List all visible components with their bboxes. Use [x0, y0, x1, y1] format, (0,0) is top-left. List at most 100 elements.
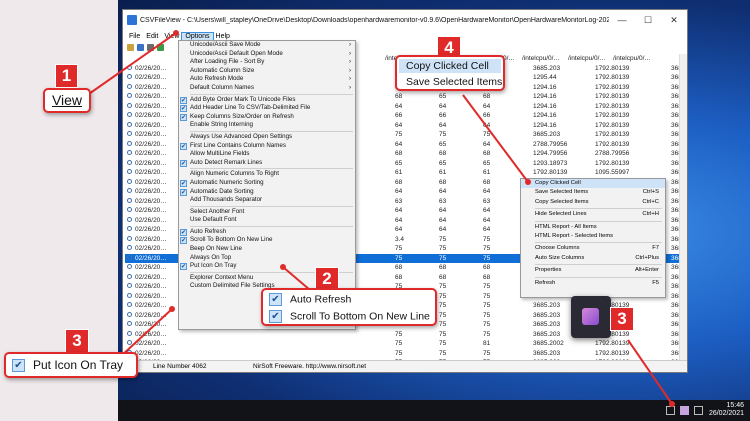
- context-menu-item[interactable]: HTML Report - Selected Items: [521, 232, 665, 241]
- options-menu-item[interactable]: ✔ Keep Columns Size/Order on Refresh: [179, 113, 355, 122]
- copy-icon[interactable]: [147, 44, 154, 51]
- minimize-button[interactable]: —: [609, 15, 635, 25]
- grid-column-header[interactable]: /intelcpu/0/…: [522, 55, 560, 62]
- options-menu-item[interactable]: Unicode/Ascii Default Open Mode ›: [179, 50, 355, 59]
- table-row[interactable]: 02/26/20… 75 75 81 3685.2002 1792.80139 3685: [125, 339, 685, 349]
- options-menu-item[interactable]: Add Thousands Separator: [179, 196, 355, 205]
- options-menu-item[interactable]: Select Another Font: [179, 208, 355, 217]
- options-menu-item[interactable]: Allow MultiLine Fields: [179, 150, 355, 159]
- context-menu-item[interactable]: HTML Report - All Items: [521, 223, 665, 232]
- table-cell-date: 02/26/20…: [135, 102, 167, 110]
- options-menu-item[interactable]: ✔ Auto Refresh: [179, 228, 355, 237]
- context-menu-item[interactable]: Copy Selected Items Ctrl+C: [521, 198, 665, 207]
- table-cell-date: 02/26/20…: [135, 235, 167, 243]
- submenu-arrow-icon: ›: [348, 66, 351, 74]
- options-menu-item[interactable]: Always Use Advanced Open Settings: [179, 133, 355, 142]
- table-cell: 64: [439, 102, 447, 110]
- menu-help[interactable]: Help: [213, 33, 233, 40]
- context-menu-item[interactable]: Auto Size Columns Ctrl+Plus: [521, 254, 665, 263]
- tray-clock[interactable]: 15:46 26/02/2021: [709, 402, 744, 418]
- options-menu-item[interactable]: Always On Top: [179, 254, 355, 263]
- maximize-button[interactable]: ☐: [635, 15, 661, 26]
- row-icon: [127, 330, 132, 336]
- table-cell: 1295.44: [533, 74, 557, 81]
- table-cell-date: 02/26/20…: [135, 216, 167, 224]
- table-cell: 64: [439, 216, 447, 224]
- menu-edit[interactable]: Edit: [143, 33, 161, 40]
- row-icon: [127, 188, 132, 193]
- context-menu-item-label: HTML Report - All Items: [535, 223, 597, 230]
- tray-app-icon-popup[interactable]: [571, 296, 611, 338]
- grid-column-header[interactable]: /intelcpu/0/…: [613, 55, 651, 62]
- context-menu-item[interactable]: Properties Alt+Enter: [521, 266, 665, 275]
- table-cell: 3685.203: [533, 302, 561, 309]
- options-menu-item[interactable]: Use Default Font: [179, 216, 355, 225]
- table-cell: 64: [395, 140, 403, 148]
- options-menu-item[interactable]: After Loading File - Sort By ›: [179, 58, 355, 67]
- menu-separator: [190, 130, 353, 132]
- menu-file[interactable]: File: [126, 33, 143, 40]
- tray-app-icon[interactable]: [680, 406, 689, 415]
- table-cell: 64: [483, 216, 491, 224]
- table-cell: 66: [483, 112, 491, 119]
- options-menu-item[interactable]: Unicode/Ascii Save Mode ›: [179, 41, 355, 50]
- callout-auto-refresh-box: ✔ Auto Refresh ✔ Scroll To Bottom On New L…: [261, 288, 437, 326]
- table-cell: 75: [439, 311, 447, 319]
- menu-separator: [535, 220, 662, 222]
- vertical-scrollbar[interactable]: [679, 54, 687, 361]
- options-menu-item[interactable]: ✔ Auto Detect Remark Lines: [179, 159, 355, 168]
- check-icon: ✔: [180, 228, 187, 236]
- menu-separator: [535, 208, 662, 210]
- options-menu-item[interactable]: Default Column Names ›: [179, 84, 355, 93]
- table-cell: 75: [483, 311, 491, 319]
- table-cell: 3685.203: [533, 311, 561, 319]
- options-menu-item-label: Enable String Interning: [190, 121, 253, 129]
- menu-options[interactable]: Options: [181, 31, 214, 41]
- submenu-arrow-icon: ›: [348, 58, 351, 66]
- table-cell: 68: [395, 150, 403, 157]
- options-menu-item[interactable]: Align Numeric Columns To Right: [179, 170, 355, 179]
- options-menu-item[interactable]: ✔ Automatic Numeric Sorting: [179, 179, 355, 188]
- close-button[interactable]: ✕: [661, 15, 687, 26]
- table-cell: 75: [483, 292, 491, 300]
- table-cell: 1294.16: [533, 112, 557, 119]
- options-menu-item-label: Keep Columns Size/Order on Refresh: [190, 112, 294, 120]
- table-cell: 2788.79956: [533, 140, 568, 148]
- options-menu-item[interactable]: ✔ Add Byte Order Mark To Unicode Files: [179, 96, 355, 105]
- table-cell: 1792.80139: [595, 349, 630, 357]
- submenu-arrow-icon: ›: [348, 83, 351, 91]
- status-line-number: Line Number 4062: [153, 363, 207, 370]
- context-menu-item-label: Properties: [535, 267, 562, 274]
- chevron-up-icon[interactable]: [666, 406, 675, 415]
- menu-view[interactable]: View: [161, 33, 182, 40]
- refresh-icon[interactable]: [157, 44, 164, 51]
- table-row[interactable]: 02/26/20…7575753685.2031792.801393685: [125, 349, 685, 359]
- table-cell-date: 02/26/20…: [135, 74, 167, 81]
- grid-column-header[interactable]: /intelcpu/0/…: [568, 55, 606, 62]
- options-menu-item-label: Add Header Line To CSV/Tab-Delimited Fil…: [190, 104, 311, 112]
- table-cell: 64: [395, 102, 403, 110]
- options-menu-item[interactable]: ✔ Add Header Line To CSV/Tab-Delimited Fi…: [179, 104, 355, 113]
- table-cell-date: 02/26/20…: [135, 112, 167, 119]
- open-file-icon[interactable]: [127, 44, 134, 51]
- table-cell: 75: [439, 235, 447, 243]
- table-cell: 81: [483, 340, 491, 347]
- table-cell: 3685.203: [533, 64, 561, 72]
- save-icon[interactable]: [137, 44, 144, 51]
- options-menu-item[interactable]: Automatic Column Size ›: [179, 67, 355, 76]
- options-menu-item[interactable]: Enable String Interning: [179, 121, 355, 130]
- options-menu-item[interactable]: ✔ First Line Contains Column Names: [179, 142, 355, 151]
- context-menu-item[interactable]: Save Selected Items Ctrl+S: [521, 188, 665, 197]
- context-menu-item[interactable]: Choose Columns F7: [521, 244, 665, 253]
- options-menu-item[interactable]: Auto Refresh Mode ›: [179, 75, 355, 84]
- network-icon[interactable]: [694, 406, 703, 415]
- context-menu-item[interactable]: Hide Selected Lines Ctrl+H: [521, 210, 665, 219]
- options-menu-item[interactable]: ✔ Scroll To Bottom On New Line: [179, 236, 355, 245]
- options-menu-item[interactable]: Beep On New Line: [179, 245, 355, 254]
- options-menu-item[interactable]: ✔ Automatic Date Sorting: [179, 188, 355, 197]
- row-icon: [127, 121, 132, 127]
- title-bar[interactable]: CSVFileView - C:\Users\will_stapley\OneD…: [123, 10, 687, 30]
- context-menu-item[interactable]: Refresh F5: [521, 279, 665, 288]
- context-menu-item[interactable]: Copy Clicked Cell: [521, 179, 665, 189]
- table-cell-date: 02/26/20…: [135, 131, 167, 138]
